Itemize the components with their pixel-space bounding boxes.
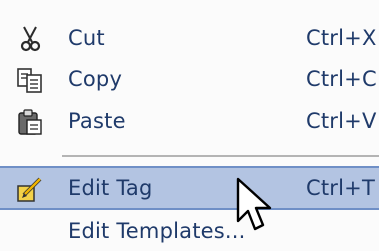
copy-icon — [16, 66, 44, 94]
menu-item-label: Cut — [68, 26, 105, 50]
menu-item-shortcut: Ctrl+V — [306, 109, 377, 133]
menu-item-shortcut: Ctrl+C — [306, 67, 377, 91]
menu-item-label: Edit Tag — [68, 176, 153, 200]
menu-item-label: Paste — [68, 109, 126, 133]
menu-item-paste[interactable]: Paste Ctrl+V — [0, 101, 379, 141]
menu-item-shortcut: Ctrl+T — [306, 176, 375, 200]
menu-separator — [62, 155, 379, 157]
arrow-pointer-icon — [234, 177, 274, 235]
menu-item-edit-tag[interactable]: Edit Tag Ctrl+T — [0, 166, 379, 210]
menu-item-label: Edit Templates... — [68, 219, 246, 243]
scissors-icon — [16, 25, 44, 53]
context-menu: Cut Ctrl+X Copy Ctrl+C Paste Ctrl+V Edit… — [0, 0, 379, 248]
menu-item-label: Copy — [68, 67, 123, 91]
edit-tag-icon — [16, 176, 44, 204]
paste-icon — [16, 108, 44, 136]
menu-item-copy[interactable]: Copy Ctrl+C — [0, 59, 379, 99]
menu-item-edit-templates[interactable]: Edit Templates... — [0, 211, 379, 251]
menu-item-shortcut: Ctrl+X — [306, 26, 377, 50]
menu-item-cut[interactable]: Cut Ctrl+X — [0, 18, 379, 58]
